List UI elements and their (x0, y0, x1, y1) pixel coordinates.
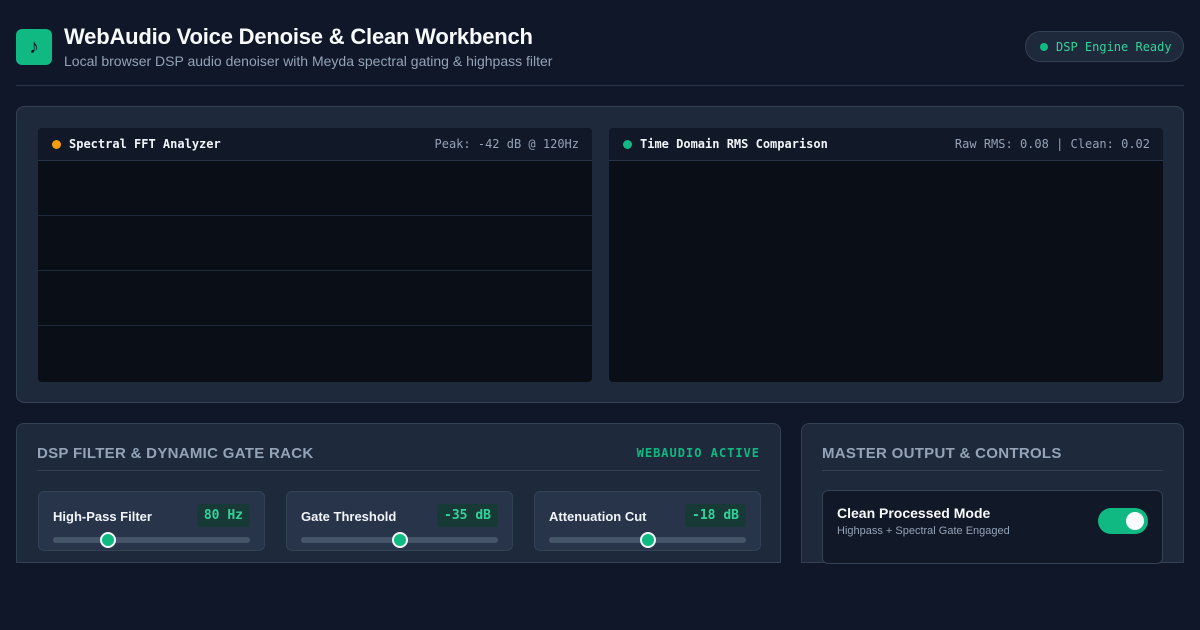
clean-mode-toggle-knob (1126, 512, 1144, 530)
master-output-heading: MASTER OUTPUT & CONTROLS (822, 445, 1062, 462)
engine-status-badge: DSP Engine Ready (1025, 31, 1184, 62)
attenuation-cut-value: -18 dB (685, 504, 746, 527)
gate-threshold-slider-thumb[interactable] (391, 532, 408, 548)
master-output-divider (822, 470, 1163, 471)
clean-mode-card: Clean Processed Mode Highpass + Spectral… (822, 490, 1163, 564)
rms-comparison-canvas (609, 161, 1163, 382)
highpass-filter-slider[interactable] (53, 532, 250, 548)
spectral-analyzer-canvas (38, 161, 592, 382)
highpass-filter-slider-thumb[interactable] (100, 532, 117, 548)
gate-threshold-slider[interactable] (301, 532, 498, 548)
dsp-rack-heading: DSP FILTER & DYNAMIC GATE RACK (37, 445, 314, 462)
status-text: DSP Engine Ready (1056, 39, 1172, 54)
rms-comparison-header: Time Domain RMS Comparison Raw RMS: 0.08… (609, 128, 1163, 161)
app-subtitle: Local browser DSP audio denoiser with Me… (64, 53, 553, 69)
spectral-gridline (38, 325, 592, 326)
rms-comparison-title: Time Domain RMS Comparison (640, 137, 828, 151)
spectral-gridline (38, 270, 592, 271)
attenuation-cut-control: Attenuation Cut -18 dB (534, 491, 761, 551)
highpass-filter-label: High-Pass Filter (53, 509, 152, 524)
clean-mode-description: Highpass + Spectral Gate Engaged (837, 525, 1010, 537)
spectral-analyzer-card: Spectral FFT Analyzer Peak: -42 dB @ 120… (38, 128, 592, 382)
visualizer-panel: Spectral FFT Analyzer Peak: -42 dB @ 120… (16, 106, 1184, 403)
app-title: WebAudio Voice Denoise & Clean Workbench (64, 24, 533, 49)
clean-mode-toggle[interactable] (1098, 508, 1148, 534)
dsp-rack-panel: DSP FILTER & DYNAMIC GATE RACK WEBAUDIO … (16, 423, 781, 563)
rms-comparison-card: Time Domain RMS Comparison Raw RMS: 0.08… (609, 128, 1163, 382)
spectral-status-dot-icon (52, 139, 61, 149)
spectral-gridline (38, 215, 592, 216)
clean-mode-title: Clean Processed Mode (837, 505, 991, 521)
attenuation-cut-label: Attenuation Cut (549, 509, 647, 524)
highpass-filter-control: High-Pass Filter 80 Hz (38, 491, 265, 551)
status-dot-icon (1040, 42, 1048, 51)
spectral-analyzer-title: Spectral FFT Analyzer (69, 137, 221, 151)
music-note-icon: ♪ (16, 29, 52, 65)
dsp-rack-divider (37, 470, 760, 471)
spectral-peak-readout: Peak: -42 dB @ 120Hz (434, 137, 580, 151)
gate-threshold-control: Gate Threshold -35 dB (286, 491, 513, 551)
rms-status-dot-icon (623, 139, 632, 149)
attenuation-cut-slider[interactable] (549, 532, 746, 548)
highpass-filter-value: 80 Hz (196, 504, 250, 527)
master-output-panel: MASTER OUTPUT & CONTROLS Clean Processed… (801, 423, 1184, 564)
spectral-analyzer-header: Spectral FFT Analyzer Peak: -42 dB @ 120… (38, 128, 592, 161)
webaudio-active-badge: WEBAUDIO ACTIVE (636, 446, 760, 460)
rms-readout: Raw RMS: 0.08 | Clean: 0.02 (954, 137, 1150, 151)
header-divider (16, 85, 1184, 86)
attenuation-cut-slider-thumb[interactable] (639, 532, 656, 548)
gate-threshold-label: Gate Threshold (301, 509, 397, 524)
gate-threshold-value: -35 dB (437, 504, 498, 527)
